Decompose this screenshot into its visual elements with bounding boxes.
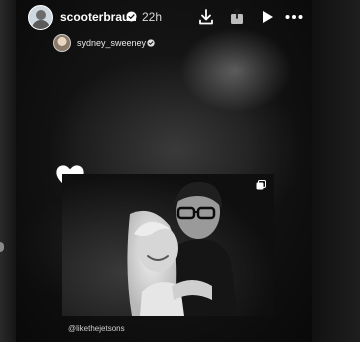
more-icon[interactable] — [284, 8, 304, 26]
shared-photo[interactable] — [62, 174, 274, 316]
post-time: 22h — [142, 10, 163, 24]
share-icon[interactable] — [228, 8, 246, 26]
previous-story-edge[interactable] — [0, 0, 16, 342]
photo-image — [62, 174, 274, 316]
story-header: scooterbraun 22h — [0, 0, 360, 36]
play-icon[interactable] — [258, 8, 276, 26]
verified-badge-icon — [147, 39, 155, 47]
download-icon[interactable] — [197, 8, 215, 26]
next-story-edge[interactable] — [312, 0, 360, 342]
avatar[interactable] — [28, 5, 53, 30]
mention-tag[interactable]: @likethejetsons — [68, 324, 125, 333]
copy-icon — [256, 180, 266, 190]
verified-badge-icon — [126, 11, 137, 22]
repost-avatar[interactable] — [53, 34, 71, 52]
repost-username[interactable]: sydney_sweeney — [77, 38, 146, 48]
